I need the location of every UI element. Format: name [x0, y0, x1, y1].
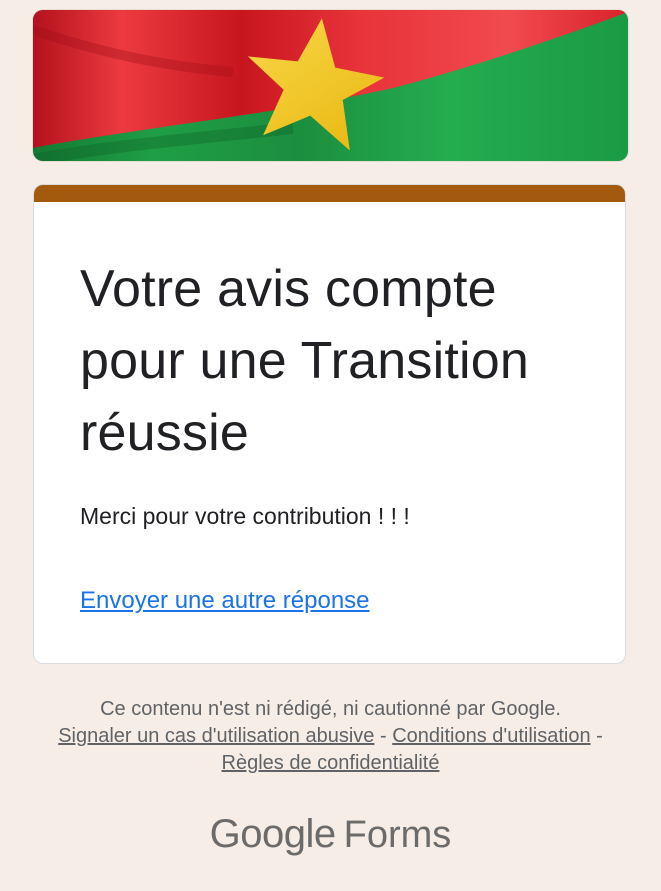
footer: Ce contenu n'est ni rédigé, ni cautionné… — [30, 696, 631, 777]
forms-wordmark: Forms — [343, 814, 452, 856]
google-forms-logo[interactable]: Google Forms — [0, 812, 661, 857]
confirmation-card: Votre avis compte pour une Transition ré… — [33, 184, 626, 664]
card-accent-bar — [34, 185, 625, 202]
link-separator: - — [374, 725, 393, 747]
form-confirmation-page: Votre avis compte pour une Transition ré… — [0, 0, 661, 891]
submit-another-response-link[interactable]: Envoyer une autre réponse — [80, 587, 370, 615]
footer-links: Signaler un cas d'utilisation abusive - … — [30, 723, 631, 777]
confirmation-message: Merci pour votre contribution ! ! ! — [80, 503, 410, 529]
google-wordmark: Google — [209, 812, 336, 856]
report-abuse-link[interactable]: Signaler un cas d'utilisation abusive — [58, 725, 374, 747]
terms-link[interactable]: Conditions d'utilisation — [392, 725, 590, 747]
privacy-link[interactable]: Règles de confidentialité — [222, 752, 440, 774]
disclaimer-text: Ce contenu n'est ni rédigé, ni cautionné… — [100, 698, 561, 720]
form-title: Votre avis compte pour une Transition ré… — [80, 260, 529, 462]
header-banner-image — [33, 10, 628, 161]
burkina-faso-flag-icon — [33, 10, 628, 161]
link-separator: - — [590, 725, 603, 747]
